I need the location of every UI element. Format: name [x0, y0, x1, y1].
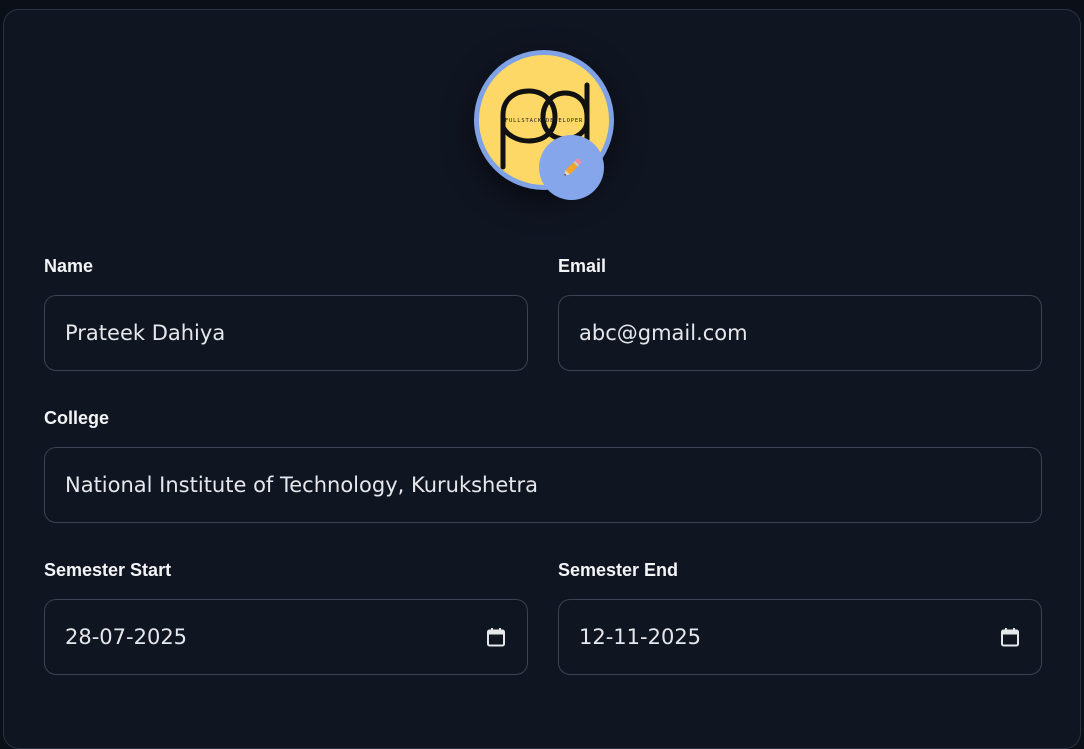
semester-start-label: Semester Start: [44, 560, 172, 580]
pencil-icon: [563, 158, 581, 176]
name-field[interactable]: [44, 295, 528, 371]
email-field[interactable]: [558, 295, 1042, 371]
calendar-icon[interactable]: [485, 626, 507, 648]
name-label: Name: [44, 256, 94, 276]
semester-start-input[interactable]: [65, 625, 485, 649]
name-input[interactable]: [65, 321, 507, 345]
avatar-section: FULLSTACK DEVELOPER: [474, 50, 614, 200]
email-input[interactable]: [579, 321, 1021, 345]
calendar-icon[interactable]: [999, 626, 1021, 648]
semester-end-input[interactable]: [579, 625, 999, 649]
semester-end-label: Semester End: [558, 560, 679, 580]
profile-card: FULLSTACK DEVELOPER Name Email College: [3, 9, 1081, 749]
semester-start-field[interactable]: [44, 599, 528, 675]
edit-avatar-button[interactable]: [539, 135, 604, 200]
email-label: Email: [558, 256, 607, 276]
logo-subtext: FULLSTACK DEVELOPER: [505, 118, 583, 124]
semester-end-field[interactable]: [558, 599, 1042, 675]
college-input[interactable]: [65, 473, 1021, 497]
college-field[interactable]: [44, 447, 1042, 523]
college-label: College: [44, 408, 110, 428]
